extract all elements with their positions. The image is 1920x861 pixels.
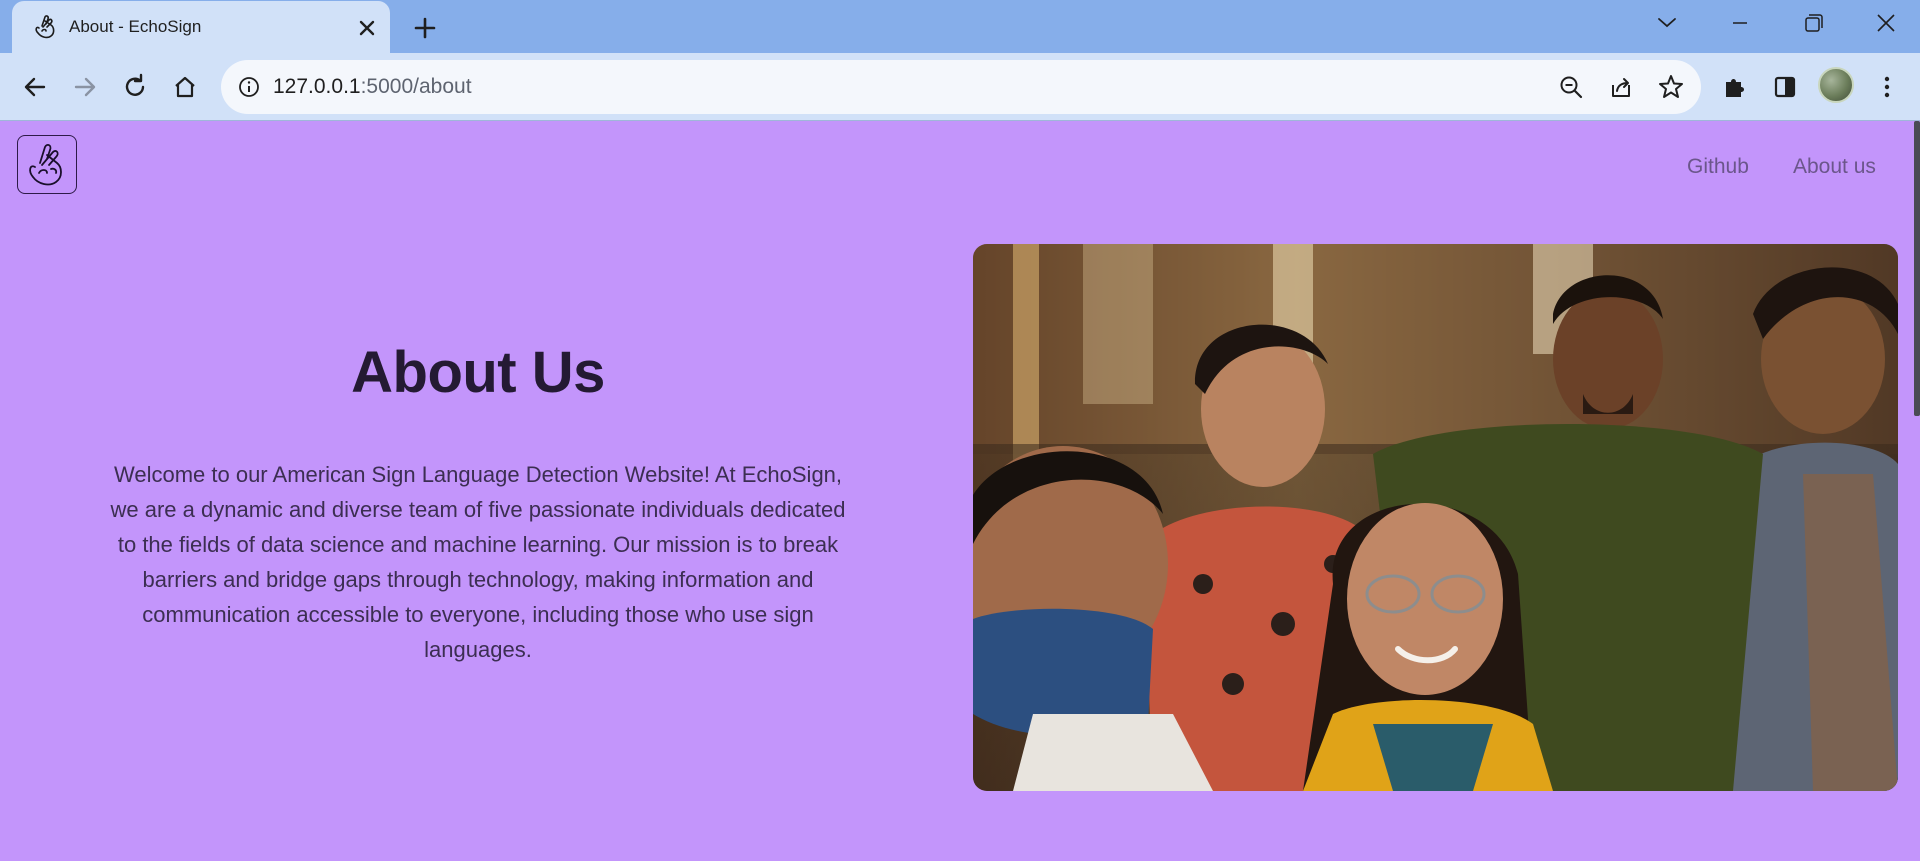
kebab-menu-icon[interactable]: [1870, 70, 1904, 104]
page-scrollbar-thumb[interactable]: [1914, 121, 1920, 416]
tab-title: About - EchoSign: [69, 17, 202, 36]
echosign-logo[interactable]: [17, 135, 77, 194]
nav-about-link[interactable]: About us: [1793, 155, 1876, 179]
zoom-out-icon[interactable]: [1556, 72, 1586, 102]
url-path: :5000/about: [360, 75, 472, 98]
share-icon[interactable]: [1606, 72, 1636, 102]
close-icon[interactable]: [1866, 8, 1906, 38]
restore-icon[interactable]: [1793, 8, 1833, 38]
reload-icon[interactable]: [118, 70, 152, 104]
team-photo-illustration: [973, 244, 1898, 791]
info-icon[interactable]: [236, 74, 262, 100]
url-host: 127.0.0.1: [273, 75, 361, 98]
back-arrow-icon[interactable]: [18, 70, 52, 104]
puzzle-icon[interactable]: [1718, 70, 1752, 104]
address-bar[interactable]: 127.0.0.1:5000/about: [221, 60, 1701, 114]
about-page: Github About us About Us Welcome to our …: [0, 121, 1914, 861]
crossed-fingers-icon: [35, 15, 55, 39]
browser-tab-active[interactable]: About - EchoSign: [12, 1, 390, 53]
close-icon[interactable]: [352, 13, 382, 43]
team-photo: [973, 244, 1898, 791]
minimize-icon[interactable]: [1720, 8, 1760, 38]
chevron-down-icon[interactable]: [1647, 8, 1687, 38]
star-icon[interactable]: [1656, 72, 1686, 102]
side-panel-icon[interactable]: [1768, 70, 1802, 104]
about-description: Welcome to our American Sign Language De…: [110, 462, 846, 662]
crossed-fingers-icon: [29, 143, 62, 186]
browser-toolbar: 127.0.0.1:5000/about: [0, 53, 1920, 121]
plus-icon[interactable]: [408, 11, 442, 45]
url-text[interactable]: 127.0.0.1:5000/about: [273, 75, 472, 99]
forward-arrow-icon[interactable]: [68, 70, 102, 104]
profile-avatar[interactable]: [1818, 67, 1854, 103]
tab-strip: About - EchoSign: [0, 0, 1920, 53]
nav-github-link[interactable]: Github: [1687, 155, 1749, 179]
home-icon[interactable]: [168, 70, 202, 104]
page-title: About Us: [351, 340, 605, 405]
